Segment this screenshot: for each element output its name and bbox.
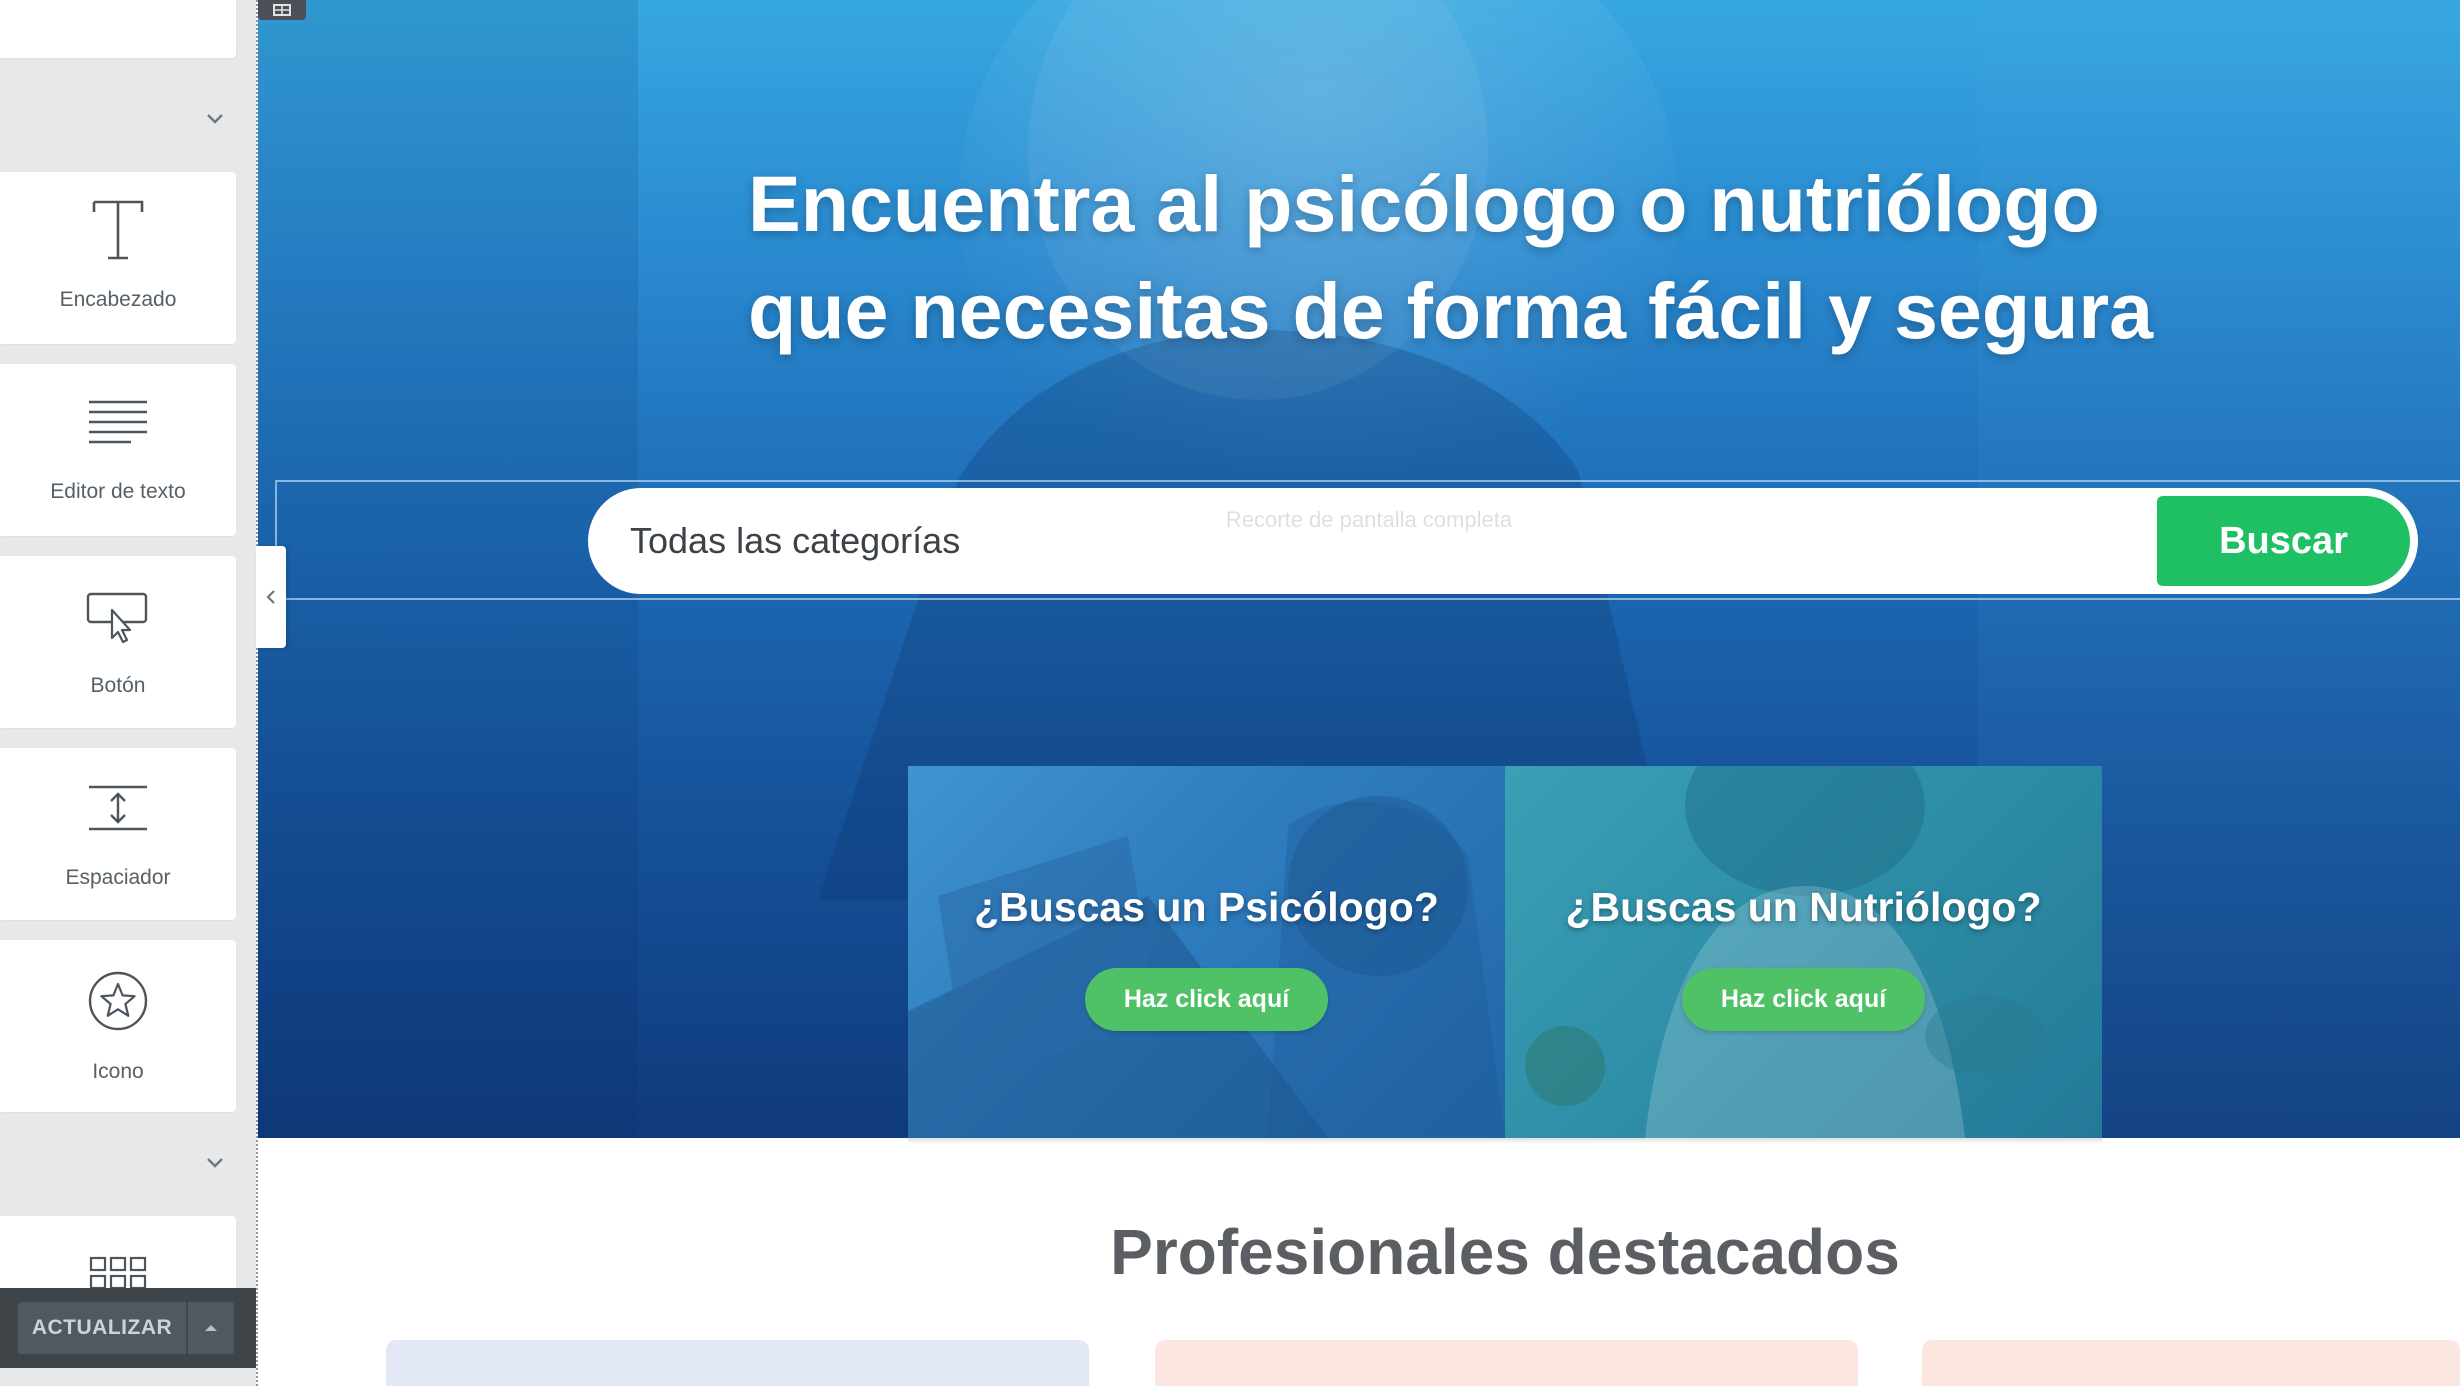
heading-icon <box>0 198 236 262</box>
promo-card-psychologist: ¿Buscas un Psicólogo? Haz click aquí <box>908 766 1505 1138</box>
widget-card-previous <box>0 0 236 58</box>
hero-title: Encuentra al psicólogo o nutriólogo que … <box>748 150 2154 364</box>
update-options-button[interactable] <box>188 1302 234 1354</box>
category-collapse-chevron[interactable] <box>200 104 230 134</box>
promo-cta-button[interactable]: Haz click aquí <box>1085 968 1328 1031</box>
featured-section-title: Profesionales destacados <box>1110 1216 1900 1288</box>
search-button[interactable]: Buscar <box>2157 496 2410 586</box>
hero-title-line: Encuentra al psicólogo o nutriólogo <box>748 159 2100 248</box>
professional-card[interactable] <box>386 1340 1089 1386</box>
promo-cards-shadow <box>908 1138 2102 1144</box>
promo-cta-button[interactable]: Haz click aquí <box>1682 968 1925 1031</box>
widget-spacer[interactable]: Espaciador <box>0 748 236 920</box>
promo-image-laptop <box>908 796 1505 1138</box>
professional-card[interactable] <box>1922 1340 2460 1386</box>
widget-label: Botón <box>90 674 146 697</box>
update-button[interactable]: ACTUALIZAR <box>18 1302 186 1354</box>
promo-card-nutritionist: ¿Buscas un Nutriólogo? Haz click aquí <box>1505 766 2102 1138</box>
grid-icon <box>0 1256 236 1292</box>
button-icon <box>0 590 236 644</box>
promo-title: ¿Buscas un Psicólogo? <box>974 884 1439 930</box>
widget-text-editor[interactable]: Editor de texto <box>0 364 236 536</box>
widget-button[interactable]: Botón <box>0 556 236 728</box>
category-select-value: Todas las categorías <box>630 520 961 561</box>
promo-title: ¿Buscas un Nutriólogo? <box>1565 884 2042 930</box>
widget-panel: Encabezado Editor de texto Botón Espacia… <box>0 0 256 1386</box>
text-editor-icon <box>0 398 236 446</box>
chevron-left-icon <box>266 590 275 604</box>
section-handle-icon <box>273 4 291 16</box>
promo-image-nutritionist <box>1525 766 2045 1138</box>
update-bar: ACTUALIZAR <box>0 1288 256 1368</box>
widget-label: Icono <box>92 1060 144 1083</box>
widget-label: Espaciador <box>65 866 171 889</box>
widget-label: Editor de texto <box>50 480 186 503</box>
hero-title-line: que necesitas de forma fácil y segura <box>748 266 2154 355</box>
screenshot-tooltip: Recorte de pantalla completa <box>1134 500 1604 540</box>
caret-up-icon <box>205 1325 217 1331</box>
chevron-down-icon <box>207 114 223 124</box>
star-icon <box>0 970 236 1032</box>
chevron-down-icon <box>207 1158 223 1168</box>
panel-collapse-button[interactable] <box>256 546 286 648</box>
professional-card[interactable] <box>1155 1340 1858 1386</box>
category-collapse-chevron[interactable] <box>200 1148 230 1178</box>
widget-heading[interactable]: Encabezado <box>0 172 236 344</box>
section-handle[interactable] <box>258 0 306 20</box>
widget-icon[interactable]: Icono <box>0 940 236 1112</box>
hero-section: Encuentra al psicólogo o nutriólogo que … <box>258 0 2460 1138</box>
widget-label: Encabezado <box>59 288 177 311</box>
spacer-icon <box>0 784 236 832</box>
